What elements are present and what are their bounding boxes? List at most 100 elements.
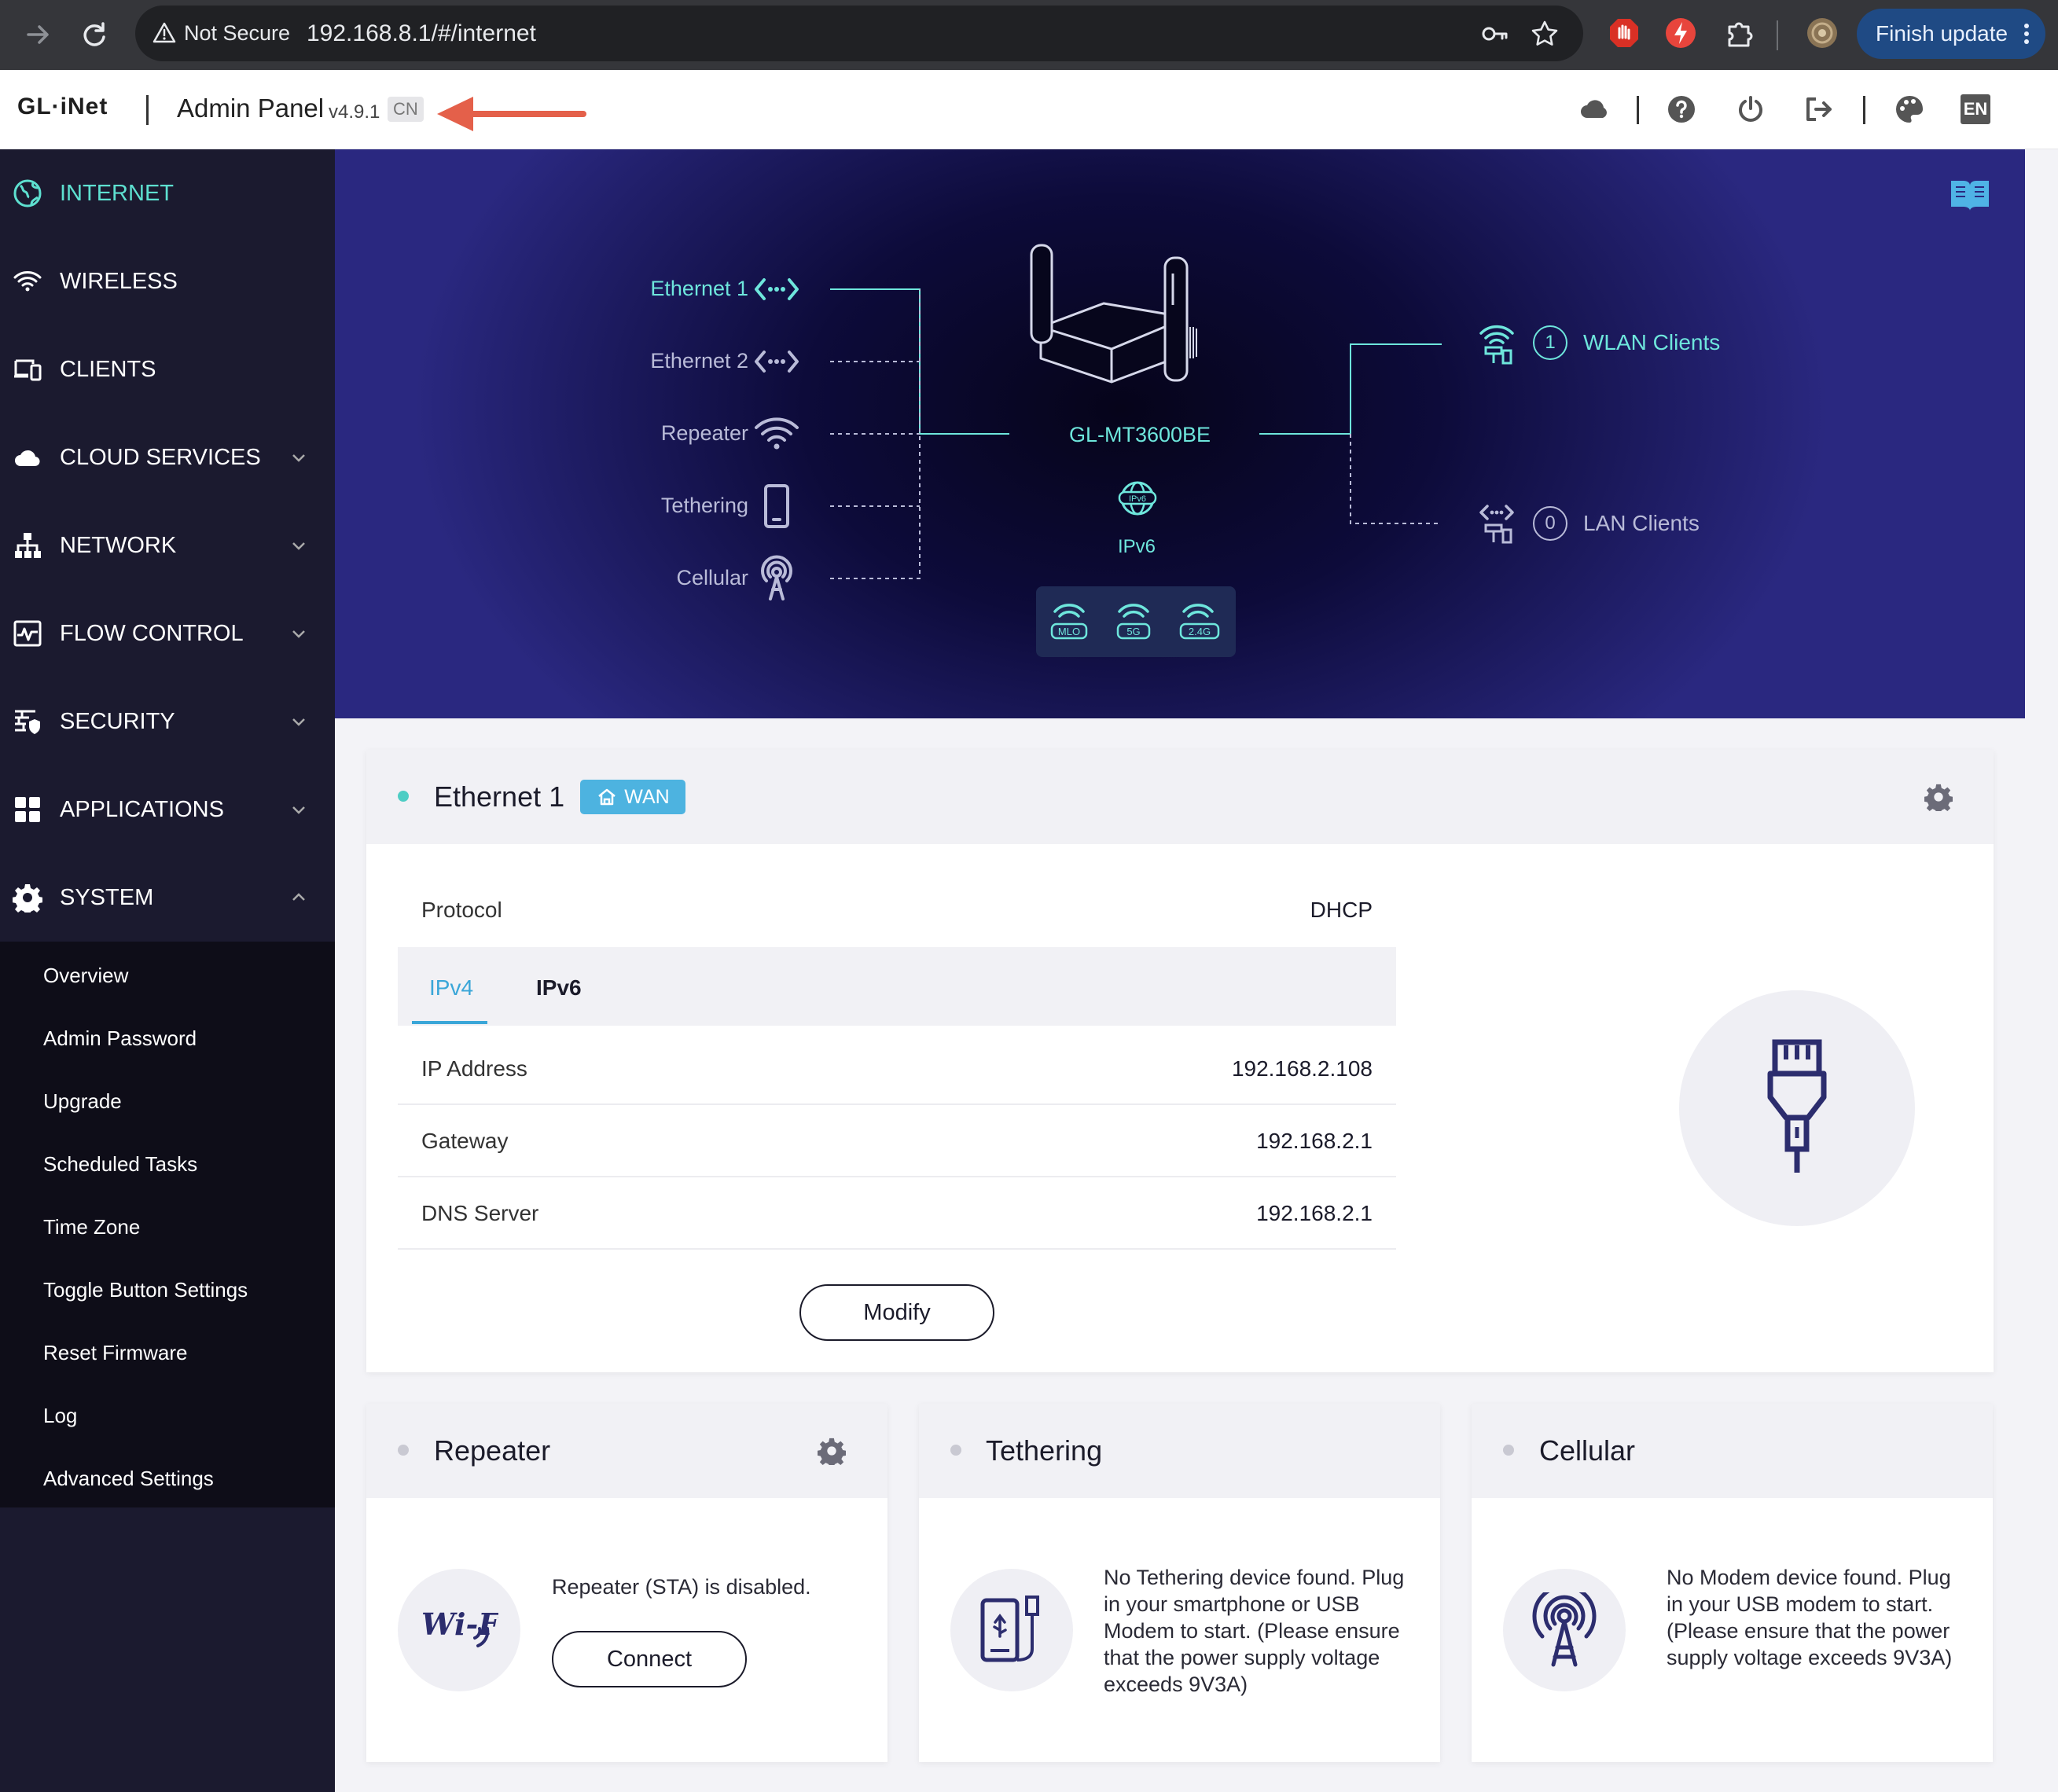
submenu-item-overview[interactable]: Overview: [43, 964, 128, 988]
header-divider: [146, 95, 149, 125]
submenu-item-admin-password[interactable]: Admin Password: [43, 1026, 197, 1051]
svg-text:2.4G: 2.4G: [1189, 626, 1211, 637]
more-vert-icon: [2023, 23, 2030, 45]
cloud-status-icon[interactable]: [1578, 93, 1611, 126]
system-submenu: Overview Admin Password Upgrade Schedule…: [0, 942, 335, 1507]
home-icon: [596, 788, 618, 806]
cell-tower-icon[interactable]: [753, 555, 800, 602]
chevron-up-icon: [289, 888, 308, 907]
sidebar-item-security[interactable]: SECURITY: [0, 678, 335, 766]
ipv6-badge-text: IPv6: [1129, 494, 1146, 504]
region-badge: CN: [388, 97, 424, 122]
guide-book-icon[interactable]: [1948, 176, 1992, 214]
chevron-down-icon: [289, 536, 308, 555]
wlan-client-count: 1: [1533, 325, 1567, 360]
browser-toolbar: Not Secure 192.168.8.1/#/internet Finish…: [0, 0, 2058, 70]
chevron-down-icon: [289, 624, 308, 643]
repeater-card-title: Repeater: [434, 1434, 551, 1467]
topology-ethernet2-label[interactable]: Ethernet 2: [560, 349, 748, 373]
ipv6-globe-icon: IPv6: [1113, 479, 1162, 517]
gateway-label: Gateway: [421, 1129, 509, 1153]
header-icon-divider: [1637, 96, 1639, 124]
password-key-icon[interactable]: [1479, 19, 1509, 49]
gateway-value: 192.168.2.1: [1256, 1129, 1373, 1153]
modify-button[interactable]: Modify: [799, 1284, 994, 1341]
chevron-down-icon: [289, 448, 308, 467]
wifi-logo-icon: Wi-Fi: [420, 1600, 498, 1663]
sidebar-item-wireless[interactable]: WIRELESS: [0, 237, 335, 325]
ip-address-label: IP Address: [421, 1056, 527, 1081]
topology-tethering-label[interactable]: Tethering: [560, 494, 748, 518]
submenu-item-scheduled-tasks[interactable]: Scheduled Tasks: [43, 1152, 197, 1177]
address-bar[interactable]: Not Secure 192.168.8.1/#/internet: [135, 6, 1583, 61]
theme-palette-icon[interactable]: [1893, 93, 1926, 126]
help-icon[interactable]: [1665, 93, 1698, 126]
ad-block-extension-icon[interactable]: [1607, 16, 1641, 50]
topology-ethernet1-label[interactable]: Ethernet 1: [560, 277, 748, 301]
security-indicator[interactable]: Not Secure: [153, 16, 290, 50]
wifi-icon: [13, 266, 42, 296]
annotation-arrow-icon: [434, 90, 588, 138]
flow-icon: [13, 619, 42, 648]
submenu-item-advanced-settings[interactable]: Advanced Settings: [43, 1467, 214, 1491]
status-dot: [950, 1445, 961, 1456]
topology-cellular-label[interactable]: Cellular: [560, 566, 748, 590]
gl-inet-logo: GL·iNet: [17, 94, 108, 119]
topology-repeater-label[interactable]: Repeater: [560, 421, 748, 446]
sidebar-item-flow-control[interactable]: FLOW CONTROL: [0, 589, 335, 678]
firmware-version: v4.9.1: [329, 101, 380, 123]
devices-icon: [13, 354, 42, 384]
tab-ipv4[interactable]: IPv4: [429, 975, 473, 1001]
protocol-row: Protocol DHCP: [398, 874, 1396, 946]
submenu-item-toggle-button-settings[interactable]: Toggle Button Settings: [43, 1278, 248, 1302]
power-icon[interactable]: [1734, 93, 1767, 126]
sidebar-item-internet[interactable]: INTERNET: [0, 149, 335, 237]
sidebar-item-label: CLOUD SERVICES: [60, 444, 261, 470]
sidebar-item-label: APPLICATIONS: [60, 796, 224, 822]
lan-clients-label[interactable]: LAN Clients: [1583, 511, 1700, 536]
sidebar-item-system[interactable]: SYSTEM: [0, 854, 335, 942]
url-text[interactable]: 192.168.8.1/#/internet: [307, 20, 536, 47]
cell-tower-icon: [1530, 1592, 1599, 1668]
wlan-clients-label[interactable]: WLAN Clients: [1583, 330, 1720, 355]
device-model: GL-MT3600BE: [1068, 423, 1211, 446]
router-icon: [1027, 241, 1200, 398]
submenu-item-upgrade[interactable]: Upgrade: [43, 1089, 122, 1114]
submenu-item-log[interactable]: Log: [43, 1404, 77, 1428]
ethernet-port-icon[interactable]: [753, 338, 800, 385]
tab-ipv6[interactable]: IPv6: [536, 975, 582, 1001]
connect-button[interactable]: Connect: [552, 1631, 747, 1687]
submenu-item-time-zone[interactable]: Time Zone: [43, 1215, 140, 1239]
sidebar-item-cloud-services[interactable]: CLOUD SERVICES: [0, 413, 335, 501]
wan-badge: WAN: [580, 780, 685, 814]
sidebar-item-applications[interactable]: APPLICATIONS: [0, 766, 335, 854]
extensions-puzzle-icon[interactable]: [1722, 16, 1756, 50]
toolbar-divider: [1777, 20, 1778, 50]
smartphone-icon[interactable]: [753, 483, 800, 530]
logout-icon[interactable]: [1802, 93, 1835, 126]
wifi-icon[interactable]: [753, 410, 800, 457]
sidebar-item-clients[interactable]: CLIENTS: [0, 325, 335, 413]
reload-icon[interactable]: [74, 14, 115, 55]
gear-icon: [13, 883, 42, 913]
ethernet-port-icon[interactable]: [753, 266, 800, 313]
profile-avatar[interactable]: [1805, 16, 1839, 50]
firewall-icon: [13, 707, 42, 736]
submenu-item-reset-firmware[interactable]: Reset Firmware: [43, 1341, 187, 1365]
ethernet1-settings-gear-icon[interactable]: [1924, 783, 1953, 811]
svg-text:5G: 5G: [1126, 626, 1140, 637]
sidebar-item-network[interactable]: NETWORK: [0, 501, 335, 589]
lan-client-icon[interactable]: [1473, 500, 1520, 547]
bookmark-star-icon[interactable]: [1530, 19, 1560, 49]
sidebar-item-label: NETWORK: [60, 532, 177, 558]
repeater-settings-gear-icon[interactable]: [818, 1437, 846, 1465]
finish-update-button[interactable]: Finish update: [1857, 9, 2045, 59]
forward-icon[interactable]: [17, 14, 58, 55]
flash-extension-icon[interactable]: [1663, 16, 1698, 50]
ipv6-label: IPv6: [1117, 536, 1156, 557]
language-selector[interactable]: EN: [1961, 94, 1990, 124]
wlan-client-icon[interactable]: [1473, 319, 1520, 366]
chevron-down-icon: [289, 800, 308, 819]
topology-banner: Ethernet 1 Ethernet 2 Repeater Tethering…: [335, 149, 2025, 718]
status-dot: [398, 1445, 409, 1456]
